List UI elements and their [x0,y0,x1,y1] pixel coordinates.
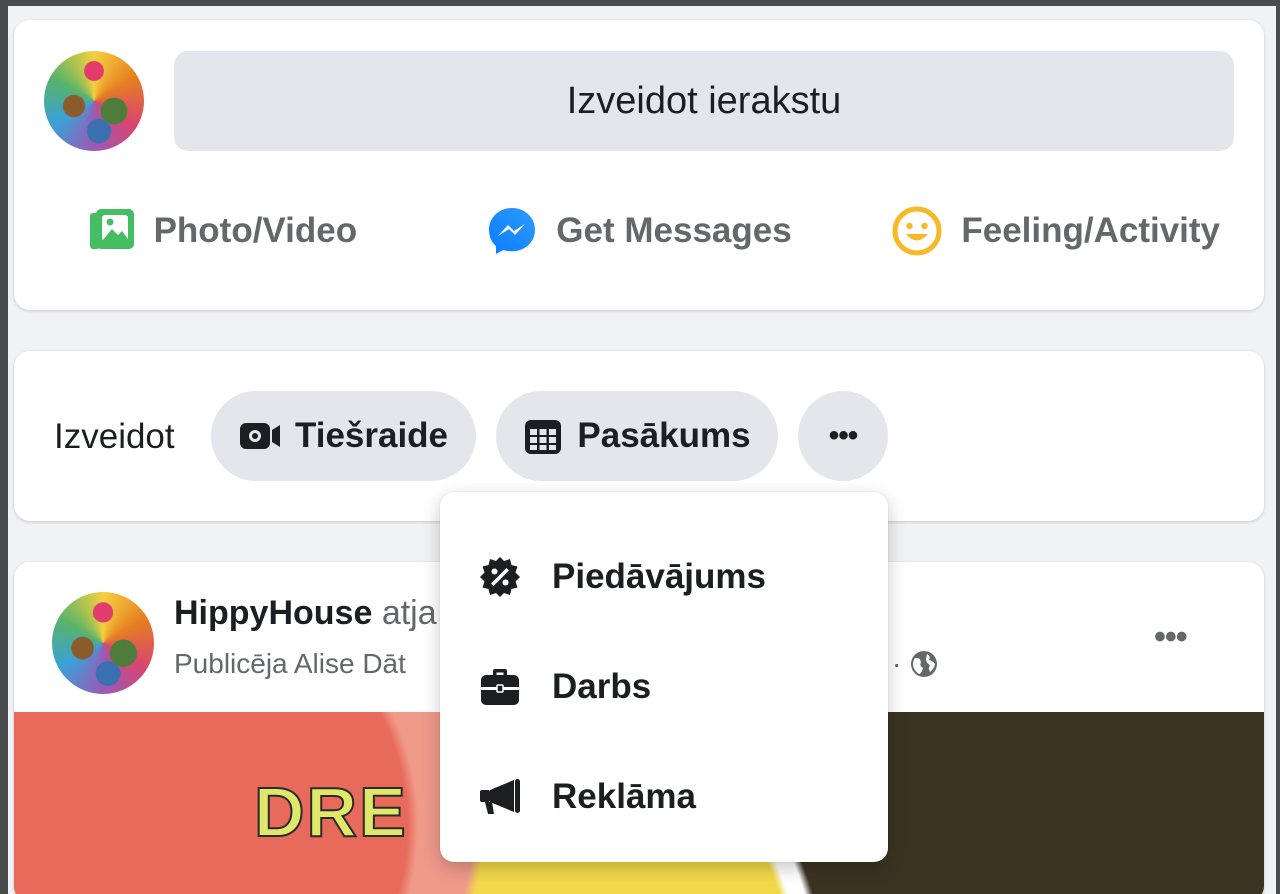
event-button[interactable]: Pasākums [496,391,778,481]
post-options-button[interactable]: ••• [1154,618,1188,657]
get-messages-button[interactable]: Get Messages [431,188,848,274]
briefcase-icon [478,667,522,707]
photo-video-button[interactable]: Photo/Video [14,188,431,274]
messenger-icon [486,205,538,257]
feeling-activity-label: Feeling/Activity [961,211,1221,250]
offer-percent-icon [478,556,522,598]
post-header-title: HippyHouse atja [174,594,437,633]
globe-icon [909,649,939,679]
feeling-icon [891,205,943,257]
event-label: Pasākums [577,416,751,455]
live-video-icon [239,420,281,452]
privacy-separator: · [892,648,902,679]
post-subtitle: Publicēja Alise Dāt [174,648,406,679]
menu-item-job[interactable]: Darbs [440,632,888,742]
composer-actions: Photo/Video Get Messages Feeling/Activit… [14,188,1264,274]
post-author-name[interactable]: HippyHouse [174,594,372,632]
create-label: Izveidot [54,417,175,456]
create-post-card: Izveidot ierakstu Photo/Video Get Messag… [14,20,1264,310]
more-options-button[interactable]: ••• [798,391,888,481]
menu-item-offer-label: Piedāvājums [552,557,766,596]
menu-item-offer[interactable]: Piedāvājums [440,522,888,632]
feeling-activity-button[interactable]: Feeling/Activity [847,188,1264,274]
photo-video-icon [88,207,136,255]
live-video-button[interactable]: Tiešraide [211,391,476,481]
calendar-icon [523,416,563,456]
post-image-text: DRE [253,772,408,852]
post-action-text: atja [381,594,437,632]
menu-item-ad[interactable]: Reklāma [440,742,888,852]
photo-video-label: Photo/Video [153,211,358,250]
post-author-avatar[interactable] [52,592,154,694]
menu-item-job-label: Darbs [552,667,652,706]
get-messages-label: Get Messages [556,211,792,250]
post-privacy: · [892,648,939,680]
profile-avatar[interactable] [44,51,144,151]
more-options-dropdown: Piedāvājums Darbs Reklāma [440,492,888,862]
megaphone-icon [478,777,522,817]
more-icon: ••• [828,419,858,452]
menu-item-ad-label: Reklāma [552,777,696,816]
create-post-input[interactable]: Izveidot ierakstu [174,51,1234,151]
live-video-label: Tiešraide [294,416,449,455]
